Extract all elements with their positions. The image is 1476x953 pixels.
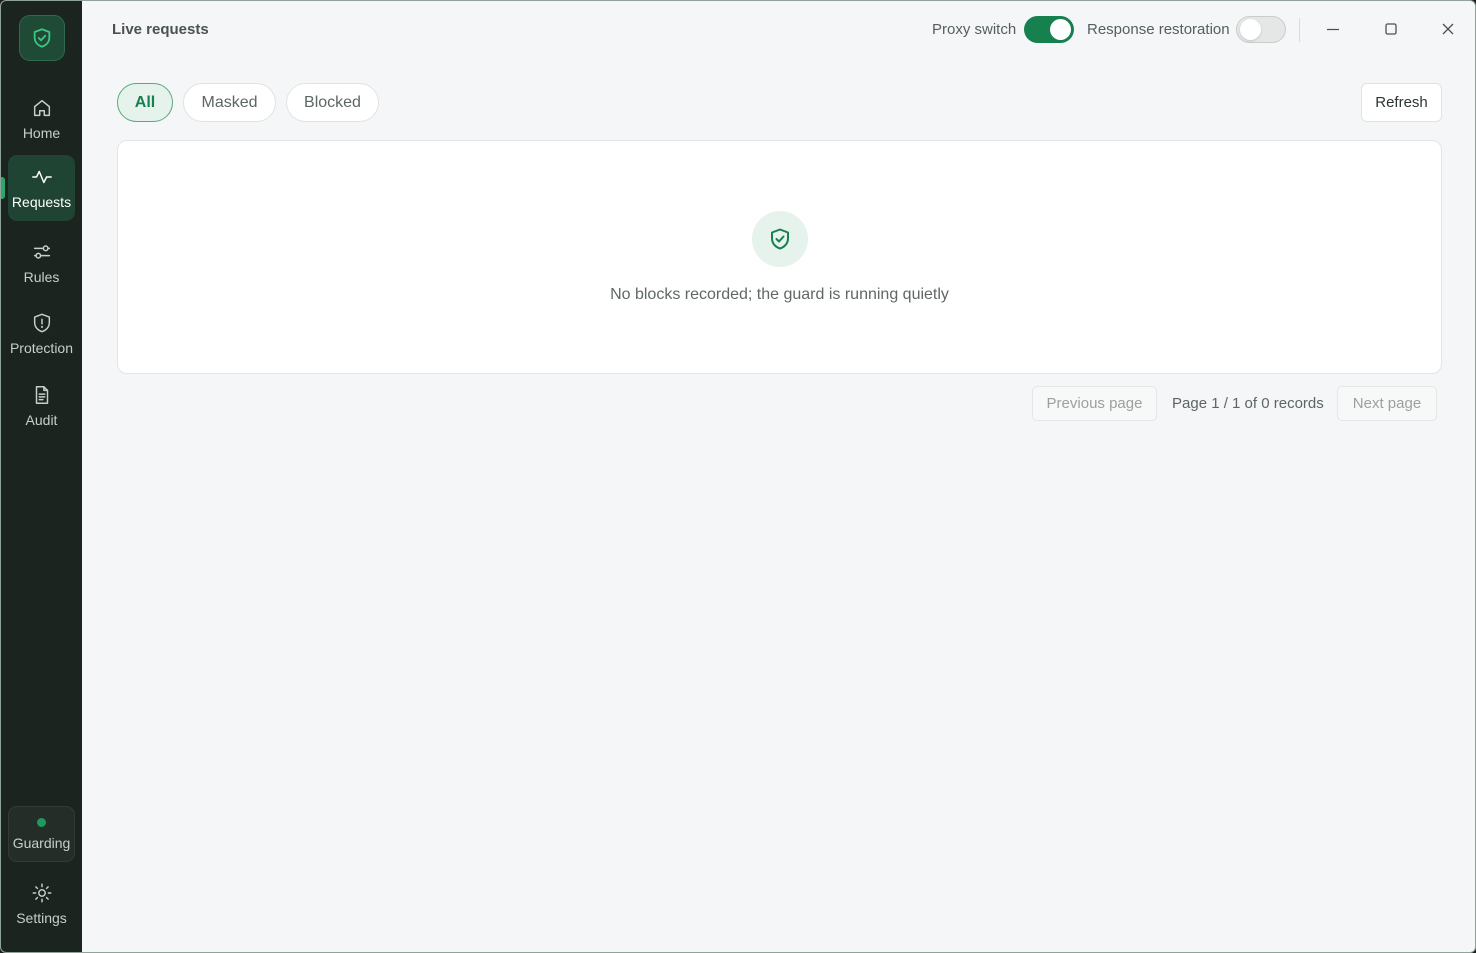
close-icon <box>1442 23 1454 35</box>
home-icon <box>33 99 50 117</box>
response-restoration-label: Response restoration <box>1087 21 1230 38</box>
sidebar-item-label: Rules <box>23 269 60 285</box>
page-title: Live requests <box>112 21 209 38</box>
sidebar-item-settings[interactable]: Settings <box>8 873 75 935</box>
requests-panel: No blocks recorded; the guard is running… <box>117 140 1442 374</box>
proxy-switch-label: Proxy switch <box>932 21 1017 38</box>
app-window: Home Requests Rules Protection Audit Gua… <box>0 0 1476 953</box>
sidebar-item-label: Requests <box>11 194 72 210</box>
previous-page-button[interactable]: Previous page <box>1032 386 1157 421</box>
maximize-button[interactable] <box>1381 19 1401 39</box>
status-label: Guarding <box>12 834 71 851</box>
filter-tab-masked[interactable]: Masked <box>183 83 276 122</box>
sidebar-item-requests[interactable]: Requests <box>8 155 75 221</box>
pagination-info: Page 1 / 1 of 0 records <box>1172 395 1324 412</box>
sidebar-item-protection[interactable]: Protection <box>8 301 75 367</box>
refresh-button[interactable]: Refresh <box>1361 83 1442 122</box>
maximize-icon <box>1385 23 1397 35</box>
shield-check-icon <box>771 228 789 250</box>
empty-state-badge <box>752 211 808 267</box>
sidebar-item-label: Settings <box>16 910 67 926</box>
minimize-icon <box>1327 28 1339 31</box>
next-page-button[interactable]: Next page <box>1337 386 1437 421</box>
sidebar-item-rules[interactable]: Rules <box>8 230 75 296</box>
active-nav-indicator <box>1 177 5 199</box>
sidebar-item-label: Audit <box>25 412 58 428</box>
sliders-icon <box>33 245 50 259</box>
document-icon <box>35 386 48 404</box>
sidebar-item-label: Protection <box>9 340 74 356</box>
shield-check-icon <box>33 28 51 48</box>
minimize-button[interactable] <box>1323 19 1343 39</box>
header-divider <box>1299 18 1300 42</box>
empty-state-message: No blocks recorded; the guard is running… <box>610 286 949 303</box>
sidebar-item-label: Home <box>22 125 61 141</box>
response-restoration-toggle[interactable] <box>1236 16 1286 43</box>
sidebar-item-audit[interactable]: Audit <box>8 373 75 439</box>
toggle-knob <box>1050 19 1071 40</box>
close-button[interactable] <box>1438 19 1458 39</box>
shield-icon <box>33 313 50 333</box>
sidebar-item-home[interactable]: Home <box>8 86 75 152</box>
guard-status: Guarding <box>8 806 75 862</box>
gear-icon <box>32 883 51 903</box>
sidebar: Home Requests Rules Protection Audit Gua… <box>1 1 82 952</box>
app-logo <box>19 15 65 61</box>
filter-tab-blocked[interactable]: Blocked <box>286 83 379 122</box>
toggle-knob <box>1240 19 1261 40</box>
status-dot <box>37 817 46 827</box>
activity-icon <box>31 170 52 184</box>
proxy-switch-toggle[interactable] <box>1024 16 1074 43</box>
filter-tab-all[interactable]: All <box>117 83 173 122</box>
